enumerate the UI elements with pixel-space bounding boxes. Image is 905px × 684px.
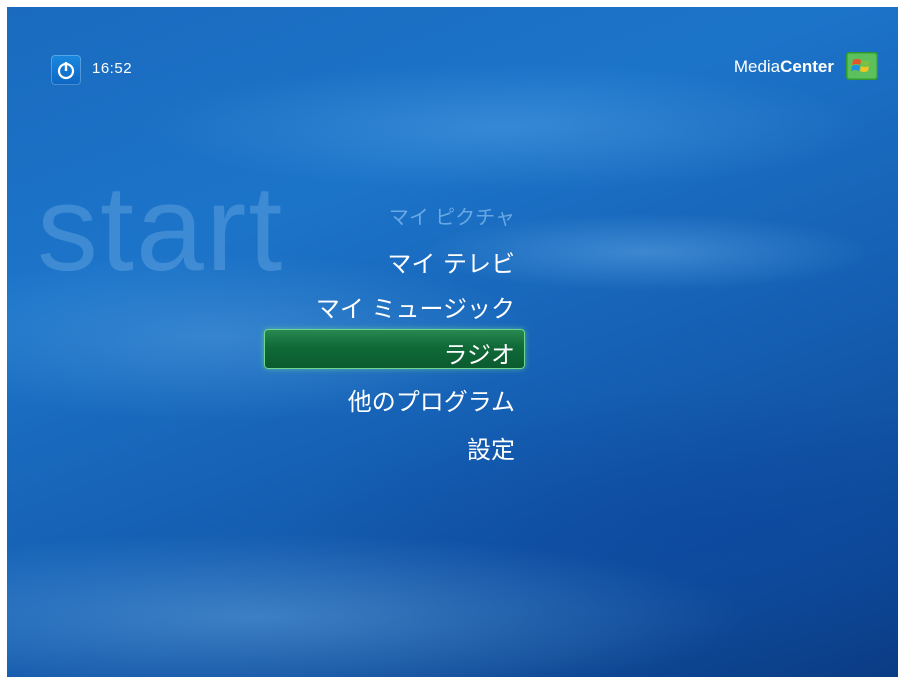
menu-item-other-programs[interactable]: 他のプログラム (348, 382, 515, 417)
menu-item-radio[interactable]: ラジオ (443, 335, 515, 370)
power-button[interactable] (51, 55, 81, 85)
menu-item-my-tv[interactable]: マイ テレビ (387, 244, 515, 279)
media-center-brand: MediaCenter (734, 57, 834, 77)
clock: 16:52 (92, 60, 133, 77)
brand-text-regular: Media (733, 57, 781, 76)
start-watermark: start (37, 160, 285, 296)
power-icon (57, 62, 75, 80)
menu-item-settings[interactable]: 設定 (467, 430, 515, 465)
media-center-screen: start 16:52 MediaCenter マイ ピクチャ マイ テレビ マ… (7, 7, 898, 677)
brand-text-bold: Center (780, 57, 834, 76)
windows-flag-icon (846, 52, 878, 80)
menu-item-my-pictures[interactable]: マイ ピクチャ (389, 201, 515, 230)
menu-item-my-music[interactable]: マイ ミュージック (316, 289, 515, 324)
